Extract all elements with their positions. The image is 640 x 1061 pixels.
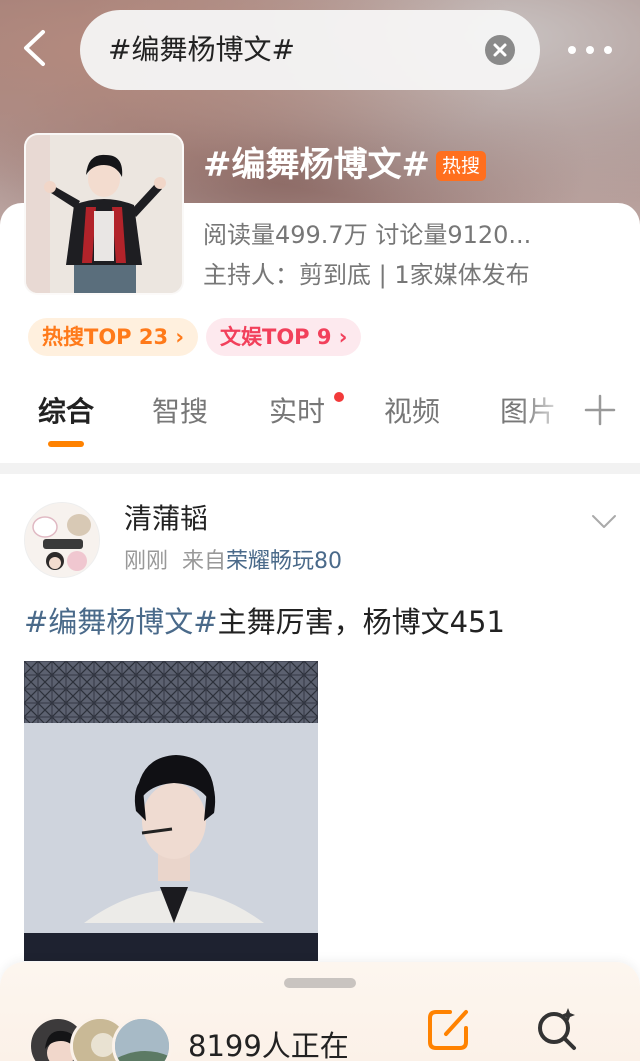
post-meta: 刚刚 来自荣耀畅玩80 (124, 546, 342, 578)
hot-search-rank-pill[interactable]: 热搜TOP 23 › (28, 318, 199, 356)
active-tab-indicator (48, 441, 84, 447)
topic-cover-image[interactable] (24, 133, 184, 295)
topic-host[interactable]: 主持人：剪到底 | 1家媒体发布 (203, 258, 530, 292)
post-source-prefix: 来自 (182, 549, 227, 574)
tab-scroll-fade (520, 380, 580, 452)
search-input[interactable]: #编舞杨博文# (80, 10, 540, 90)
chevron-left-icon (24, 30, 45, 66)
unread-dot (334, 392, 344, 402)
search-bar-row: #编舞杨博文# (0, 0, 640, 100)
clear-search-button[interactable] (485, 35, 515, 65)
post-image[interactable] (24, 661, 318, 961)
avatar-image (25, 503, 99, 577)
more-dots-icon (568, 46, 612, 54)
add-tab-button[interactable] (584, 394, 616, 426)
back-button[interactable] (16, 28, 56, 68)
smart-search-icon (538, 1008, 576, 1050)
tab-video[interactable]: 视频 (384, 392, 440, 432)
online-user-avatar (112, 1016, 172, 1061)
tab-comprehensive[interactable]: 综合 (38, 392, 94, 432)
post-menu-button[interactable] (590, 512, 618, 532)
topic-title: #编舞杨博文# (203, 145, 430, 185)
post-source-device[interactable]: 荣耀畅玩80 (226, 549, 342, 574)
avatar[interactable] (24, 502, 100, 578)
bottom-sheet[interactable]: 8199人正在 (0, 962, 640, 1061)
tab-smart-search[interactable]: 智搜 (152, 392, 208, 432)
plus-icon (584, 394, 616, 426)
hot-search-badge: 热搜 (436, 151, 487, 181)
post-hashtag[interactable]: #编舞杨博文# (24, 605, 218, 639)
chevron-down-icon (592, 515, 616, 528)
post-author[interactable]: 清蒲韬 (124, 500, 208, 538)
online-count-text: 8199人正在 (188, 1029, 349, 1061)
more-button[interactable] (564, 30, 616, 70)
compose-button[interactable] (424, 1004, 474, 1054)
entertainment-rank-pill[interactable]: 文娱TOP 9 › (206, 318, 362, 356)
sheet-drag-handle[interactable] (284, 978, 356, 988)
search-query-text: #编舞杨博文# (108, 33, 295, 66)
close-circle-icon (493, 43, 507, 57)
post-text: #编舞杨博文#主舞厉害，杨博文451 (24, 602, 505, 642)
post-body: 主舞厉害，杨博文451 (217, 605, 505, 639)
post-photo (24, 661, 318, 961)
post-time: 刚刚 (124, 549, 169, 574)
topic-stats: 阅读量499.7万 讨论量9120... (203, 221, 532, 249)
smart-search-button[interactable] (532, 1004, 582, 1054)
compose-icon (428, 1010, 468, 1050)
cover-photo (26, 135, 182, 293)
tab-realtime[interactable]: 实时 (269, 392, 325, 432)
tab-bar: 综合 智搜 实时 视频 图片 (0, 380, 640, 452)
